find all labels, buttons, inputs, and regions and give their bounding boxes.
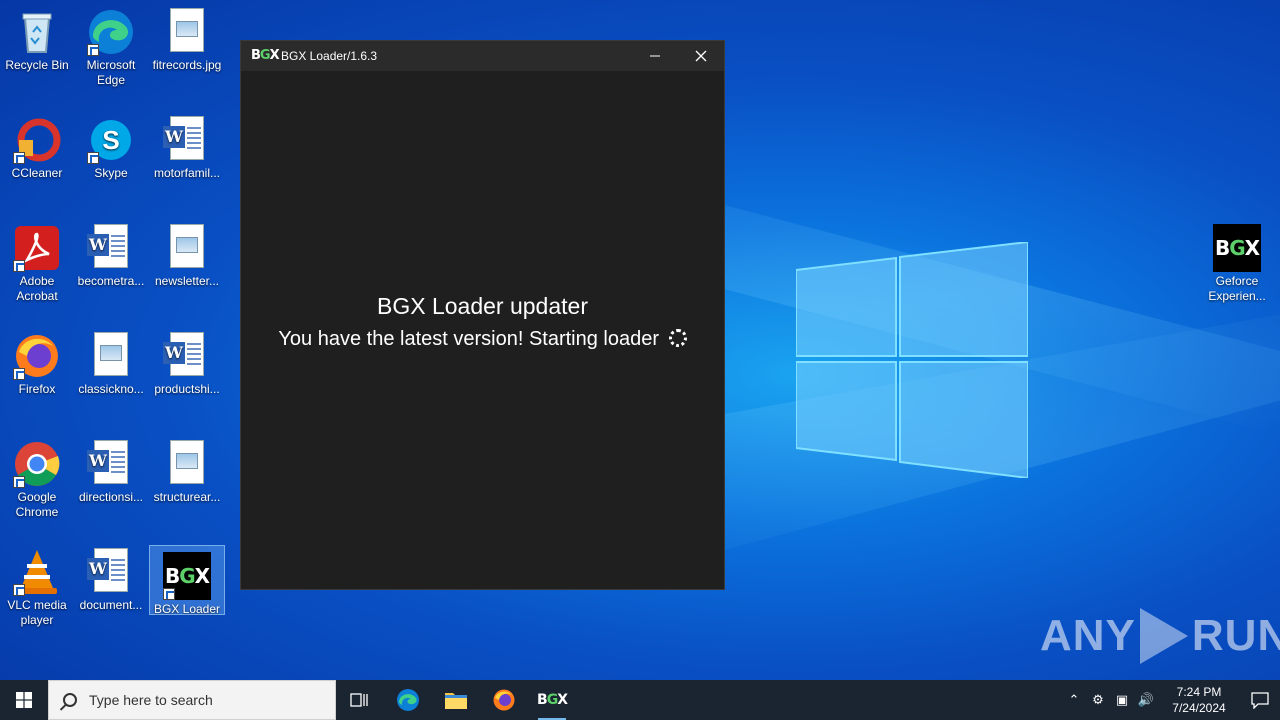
recycle-bin-icon <box>13 8 61 56</box>
chrome-icon <box>13 440 61 488</box>
adobe-acrobat-icon <box>13 224 61 272</box>
desktop-icon-motorfamil[interactable]: W motorfamil... <box>150 110 224 181</box>
desktop-icon-productshi[interactable]: W productshi... <box>150 326 224 397</box>
clock-date: 7/24/2024 <box>1172 701 1226 715</box>
taskbar-edge[interactable] <box>384 680 432 720</box>
bgx-loader-icon: BGX <box>1213 224 1261 272</box>
taskbar-file-explorer[interactable] <box>432 680 480 720</box>
desktop-icon-recycle-bin[interactable]: Recycle Bin <box>0 2 74 73</box>
taskbar-bgx-loader[interactable]: BGX <box>528 680 576 720</box>
word-doc-icon: W <box>163 116 211 164</box>
close-icon <box>695 50 707 62</box>
desktop-icon-microsoft-edge[interactable]: Microsoft Edge <box>74 2 148 88</box>
notification-icon <box>1251 692 1269 709</box>
desktop-icon-becometra[interactable]: W becometra... <box>74 218 148 289</box>
search-icon <box>63 693 77 707</box>
word-doc-icon: W <box>163 332 211 380</box>
word-doc-icon: W <box>87 440 135 488</box>
image-file-icon <box>163 224 211 272</box>
desktop-icon-bgx-loader[interactable]: BGX BGX Loader <box>149 545 225 616</box>
folder-icon <box>445 693 467 709</box>
bgx-app-icon: BGX <box>251 48 280 63</box>
desktop-icon-google-chrome[interactable]: Google Chrome <box>0 434 74 520</box>
bgx-loader-icon: BGX <box>163 552 211 600</box>
notification-center-button[interactable] <box>1240 680 1280 720</box>
windows-logo-wallpaper <box>796 242 1028 478</box>
clock-time: 7:24 PM <box>1176 685 1222 699</box>
desktop-icon-document[interactable]: W document... <box>74 542 148 613</box>
updater-heading: BGX Loader updater <box>377 293 588 319</box>
window-title: BGX Loader/1.6.3 <box>281 49 378 63</box>
chevron-up-icon[interactable]: ⌃ <box>1062 692 1086 708</box>
desktop-icon-structurear[interactable]: structurear... <box>150 434 224 505</box>
desktop-icon-vlc[interactable]: VLC media player <box>0 542 74 628</box>
desktop: Recycle Bin CCleaner Adobe Acrobat Firef… <box>0 0 1280 680</box>
desktop-icon-directionsi[interactable]: W directionsi... <box>74 434 148 505</box>
anyrun-watermark: ANY RUN <box>1040 608 1280 664</box>
desktop-icon-adobe-acrobat[interactable]: Adobe Acrobat <box>0 218 74 304</box>
system-tray: ⌃ ⚙ ▣ 🔊 7:24 PM 7/24/2024 <box>1062 680 1280 720</box>
window-content: BGX Loader updater You have the latest v… <box>241 71 724 589</box>
svg-text:S: S <box>102 125 119 155</box>
taskbar-firefox[interactable] <box>480 680 528 720</box>
start-button[interactable] <box>0 680 48 720</box>
bgx-loader-icon: BGX <box>537 692 568 708</box>
taskbar-search-box[interactable]: Type here to search <box>48 680 336 720</box>
task-view-button[interactable] <box>336 680 384 720</box>
image-file-icon <box>87 332 135 380</box>
ccleaner-icon <box>13 116 61 164</box>
loading-spinner-icon <box>668 329 687 347</box>
word-doc-icon: W <box>87 548 135 596</box>
close-button[interactable] <box>678 41 724 71</box>
vlc-icon <box>13 548 61 596</box>
edge-icon <box>87 8 135 56</box>
edge-icon <box>397 689 419 711</box>
bgx-loader-window[interactable]: BGX BGX Loader/1.6.3 BGX Loader updater … <box>240 40 725 590</box>
minimize-button[interactable] <box>632 41 678 71</box>
word-doc-icon: W <box>87 224 135 272</box>
task-view-icon <box>350 693 368 707</box>
skype-icon: S <box>87 116 135 164</box>
updater-status: You have the latest version! Starting lo… <box>241 328 724 351</box>
clock[interactable]: 7:24 PM 7/24/2024 <box>1166 684 1232 716</box>
firefox-icon <box>13 332 61 380</box>
image-file-icon <box>163 8 211 56</box>
desktop-icon-newsletter[interactable]: newsletter... <box>150 218 224 289</box>
desktop-icon-classickno[interactable]: classickno... <box>74 326 148 397</box>
desktop-icon-geforce-experience[interactable]: BGX Geforce Experien... <box>1200 218 1274 304</box>
volume-icon[interactable]: 🔊 <box>1134 692 1158 708</box>
window-titlebar[interactable]: BGX BGX Loader/1.6.3 <box>241 41 724 71</box>
desktop-icon-firefox[interactable]: Firefox <box>0 326 74 397</box>
desktop-icon-fitrecords[interactable]: fitrecords.jpg <box>150 2 224 73</box>
desktop-icon-skype[interactable]: S Skype <box>74 110 148 181</box>
desktop-icon-ccleaner[interactable]: CCleaner <box>0 110 74 181</box>
windows-start-icon <box>16 692 32 708</box>
network-icon[interactable]: ▣ <box>1110 692 1134 708</box>
image-file-icon <box>163 440 211 488</box>
search-placeholder: Type here to search <box>89 692 213 708</box>
minimize-icon <box>650 55 660 57</box>
taskbar: Type here to search BGX ⌃ ⚙ ▣ 🔊 7:24 PM … <box>0 680 1280 720</box>
firefox-icon <box>493 689 515 711</box>
network-adapter-icon[interactable]: ⚙ <box>1086 692 1110 708</box>
